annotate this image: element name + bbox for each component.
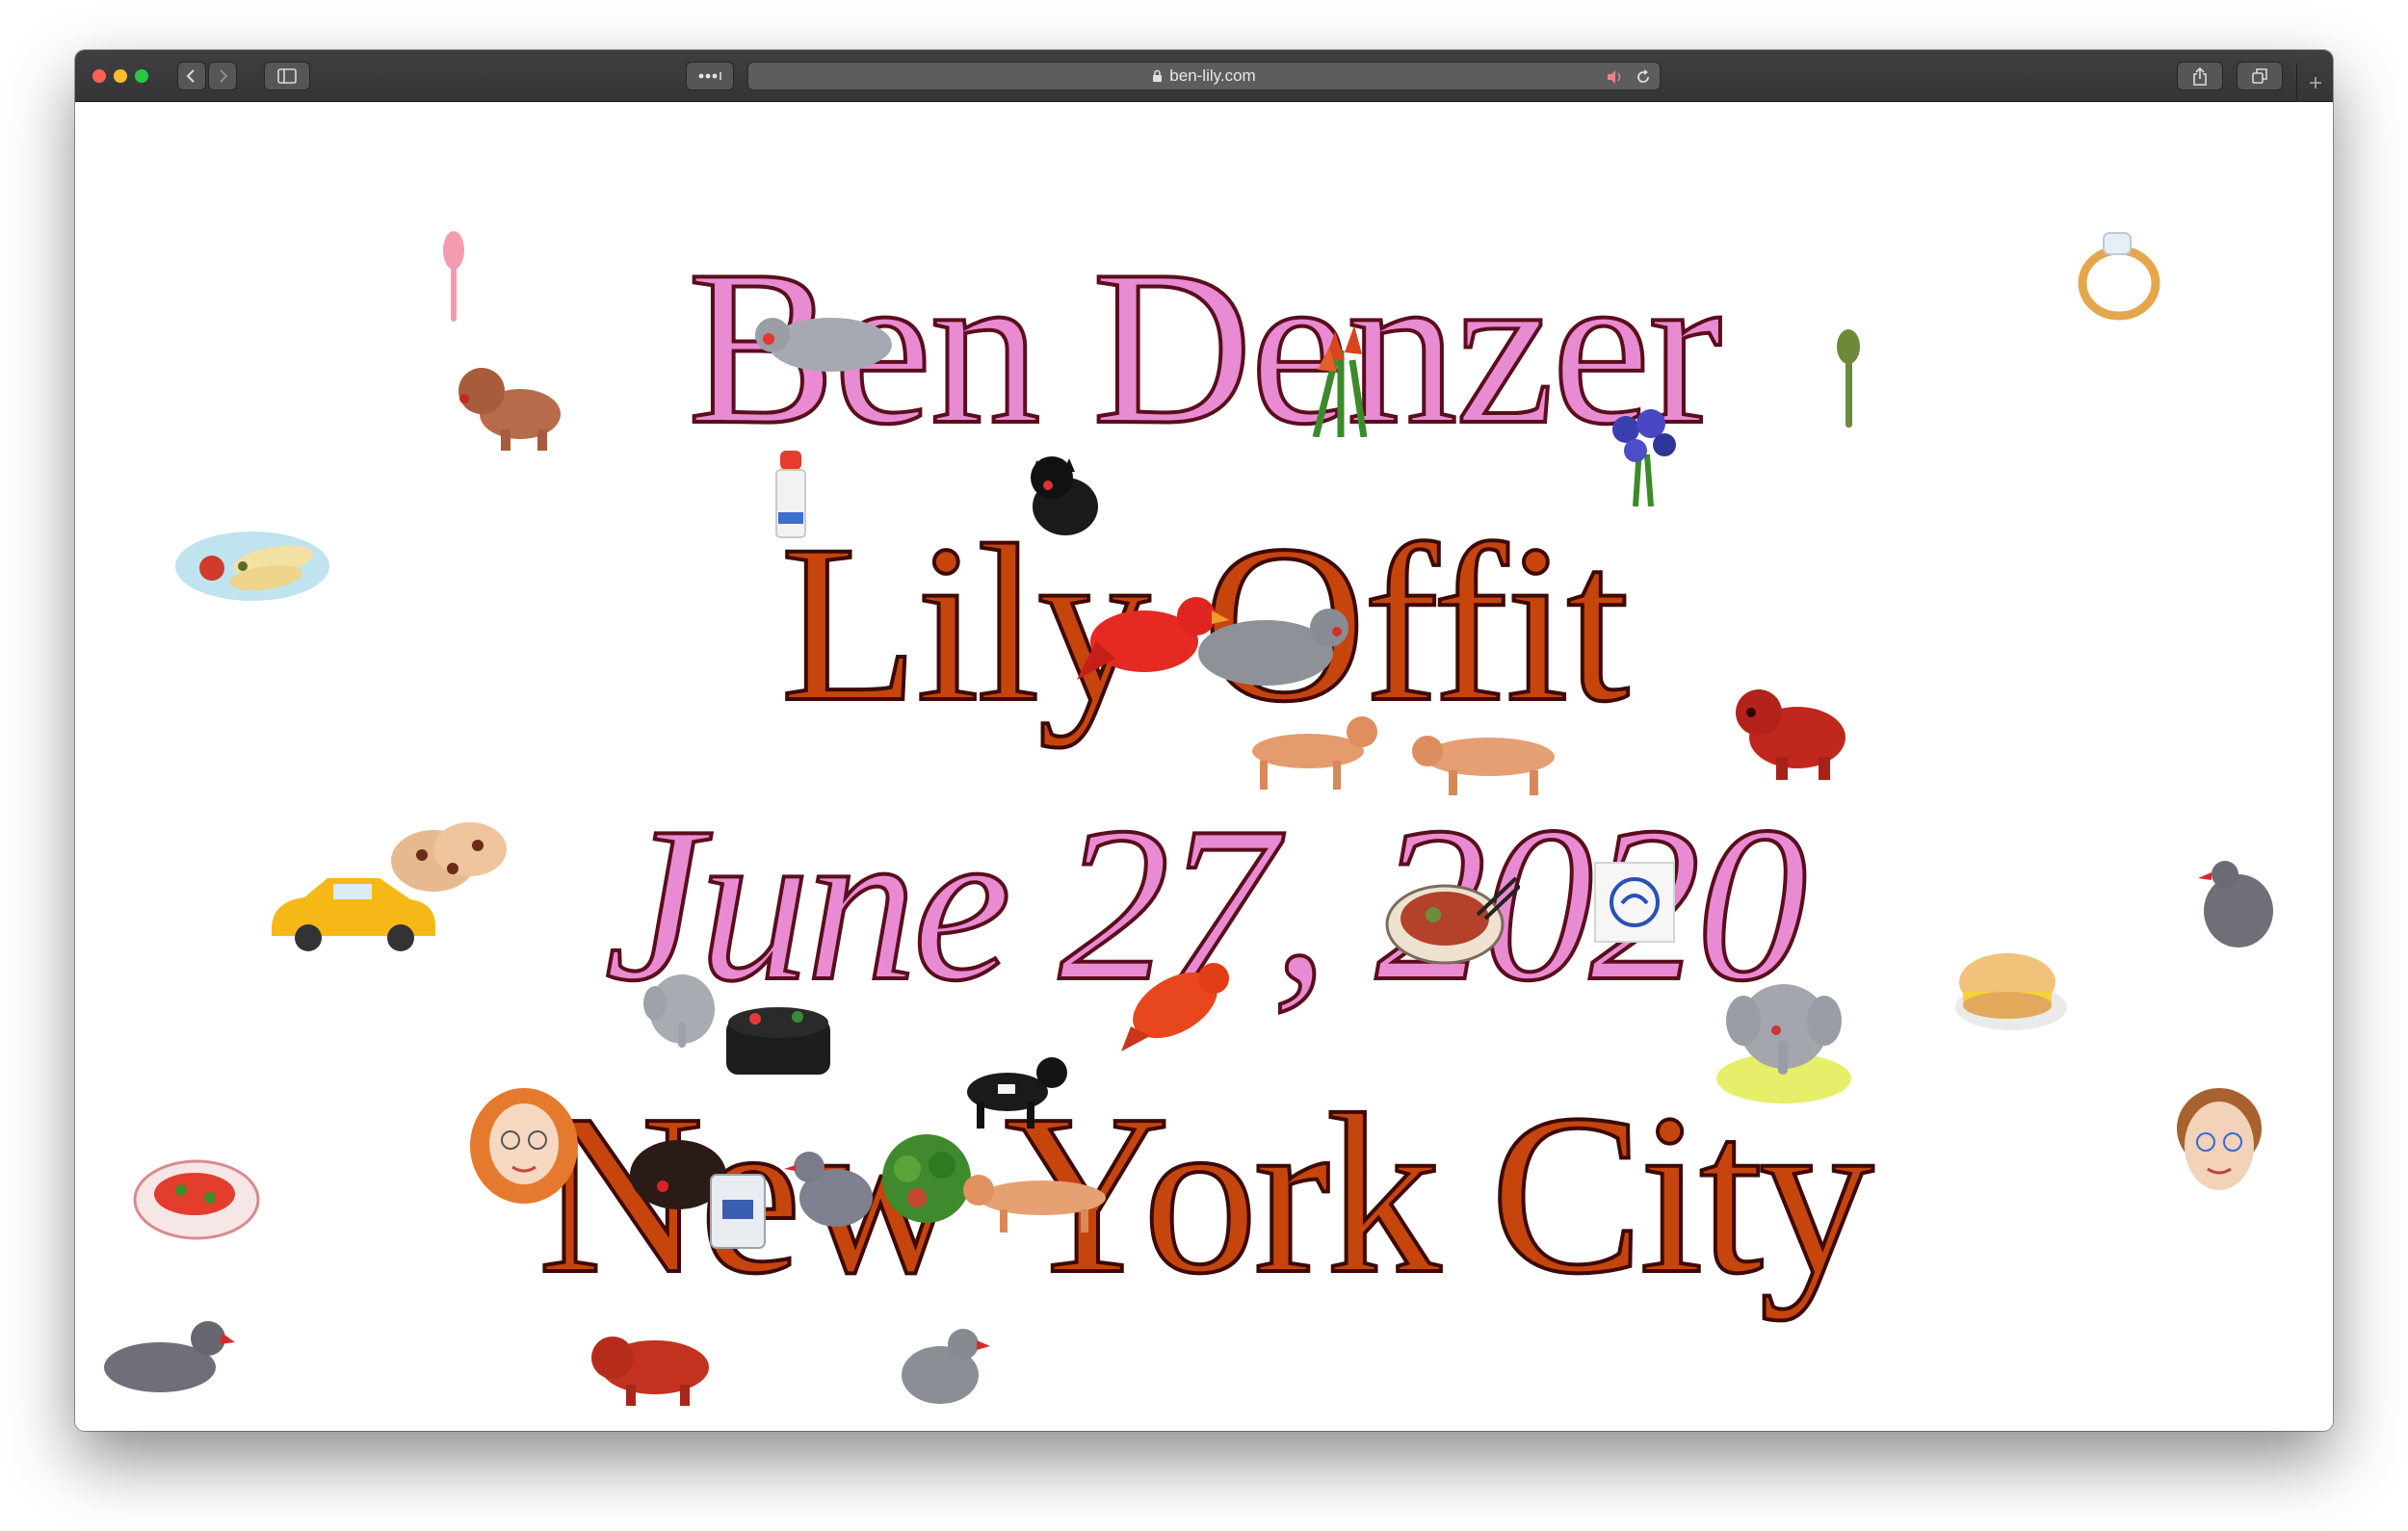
black-dog-icon (967, 1057, 1067, 1129)
elephant-icon (643, 974, 715, 1048)
pigeon-icon (1198, 609, 1348, 686)
browser-toolbar: ben-lily.com (75, 50, 2333, 102)
spray-bottle-icon (775, 451, 806, 538)
sidebar-toggle-button[interactable] (264, 62, 310, 91)
pigeon-icon (902, 1329, 990, 1404)
dumpling-plate-icon (175, 532, 329, 601)
olive-spoon-icon (1837, 329, 1860, 428)
headline-location: New York City (537, 1068, 1876, 1321)
ring-icon (2078, 232, 2160, 321)
pigeon-icon (104, 1321, 235, 1392)
plus-icon (2309, 77, 2321, 89)
black-dog-icon (1031, 456, 1098, 535)
pigeon-icon (784, 1152, 873, 1227)
soup-bowl-icon (1385, 876, 1520, 965)
cup-icon (710, 1174, 766, 1249)
chevron-left-icon (186, 69, 195, 83)
red-dog-icon (591, 1336, 709, 1406)
minimize-window-button[interactable] (114, 69, 127, 83)
web-page: Ben Denzer Lily Offit June 27, 2020 New … (75, 102, 2333, 1431)
new-tab-button[interactable] (2296, 64, 2333, 102)
cookie-icon (391, 822, 507, 892)
tabs-overview-button[interactable] (2237, 62, 2283, 91)
sidebar-icon (277, 68, 297, 84)
chevron-right-icon (220, 69, 228, 83)
red-dog-icon (1736, 689, 1845, 780)
flowers-icon (1312, 325, 1368, 437)
headline-names-ben: Ben Denzer (686, 224, 1724, 470)
address-bar[interactable]: ben-lily.com (747, 62, 1661, 91)
pigeon-icon (2198, 861, 2273, 947)
dachshund-icon (963, 1175, 1106, 1233)
salad-icon (882, 1134, 971, 1223)
iris-icon (1612, 409, 1676, 506)
url-text: ben-lily.com (1169, 66, 1256, 85)
caviar-tin-icon (726, 1007, 830, 1075)
pizza-plate-icon (133, 1159, 260, 1240)
reload-icon[interactable] (1635, 68, 1652, 86)
pigeon-icon (755, 318, 892, 372)
bagel-sandwich-icon (1955, 953, 2067, 1030)
forward-button[interactable] (208, 62, 237, 91)
zoom-window-button[interactable] (135, 69, 148, 83)
elephant-icon (1716, 984, 1851, 1103)
man-face-icon (2177, 1088, 2262, 1190)
woman-face-icon (470, 1088, 578, 1204)
cardinal-icon (1121, 963, 1229, 1051)
lock-icon (1153, 69, 1163, 82)
speaker-icon[interactable] (1606, 69, 1625, 85)
dachshund-icon (1252, 716, 1377, 790)
ellipsis-icon (698, 72, 721, 80)
dachshund-icon (1412, 736, 1555, 795)
browser-window: ben-lily.com Ben Denzer Lily Offit June … (75, 50, 2333, 1431)
share-icon (2193, 66, 2207, 86)
more-button[interactable] (686, 62, 734, 91)
dog-icon (458, 368, 561, 451)
share-button[interactable] (2177, 62, 2223, 91)
matchbook-icon (1594, 862, 1675, 943)
back-button[interactable] (177, 62, 206, 91)
close-window-button[interactable] (92, 69, 106, 83)
spoon-icon (443, 231, 464, 322)
tabs-overview-icon (2252, 68, 2267, 84)
